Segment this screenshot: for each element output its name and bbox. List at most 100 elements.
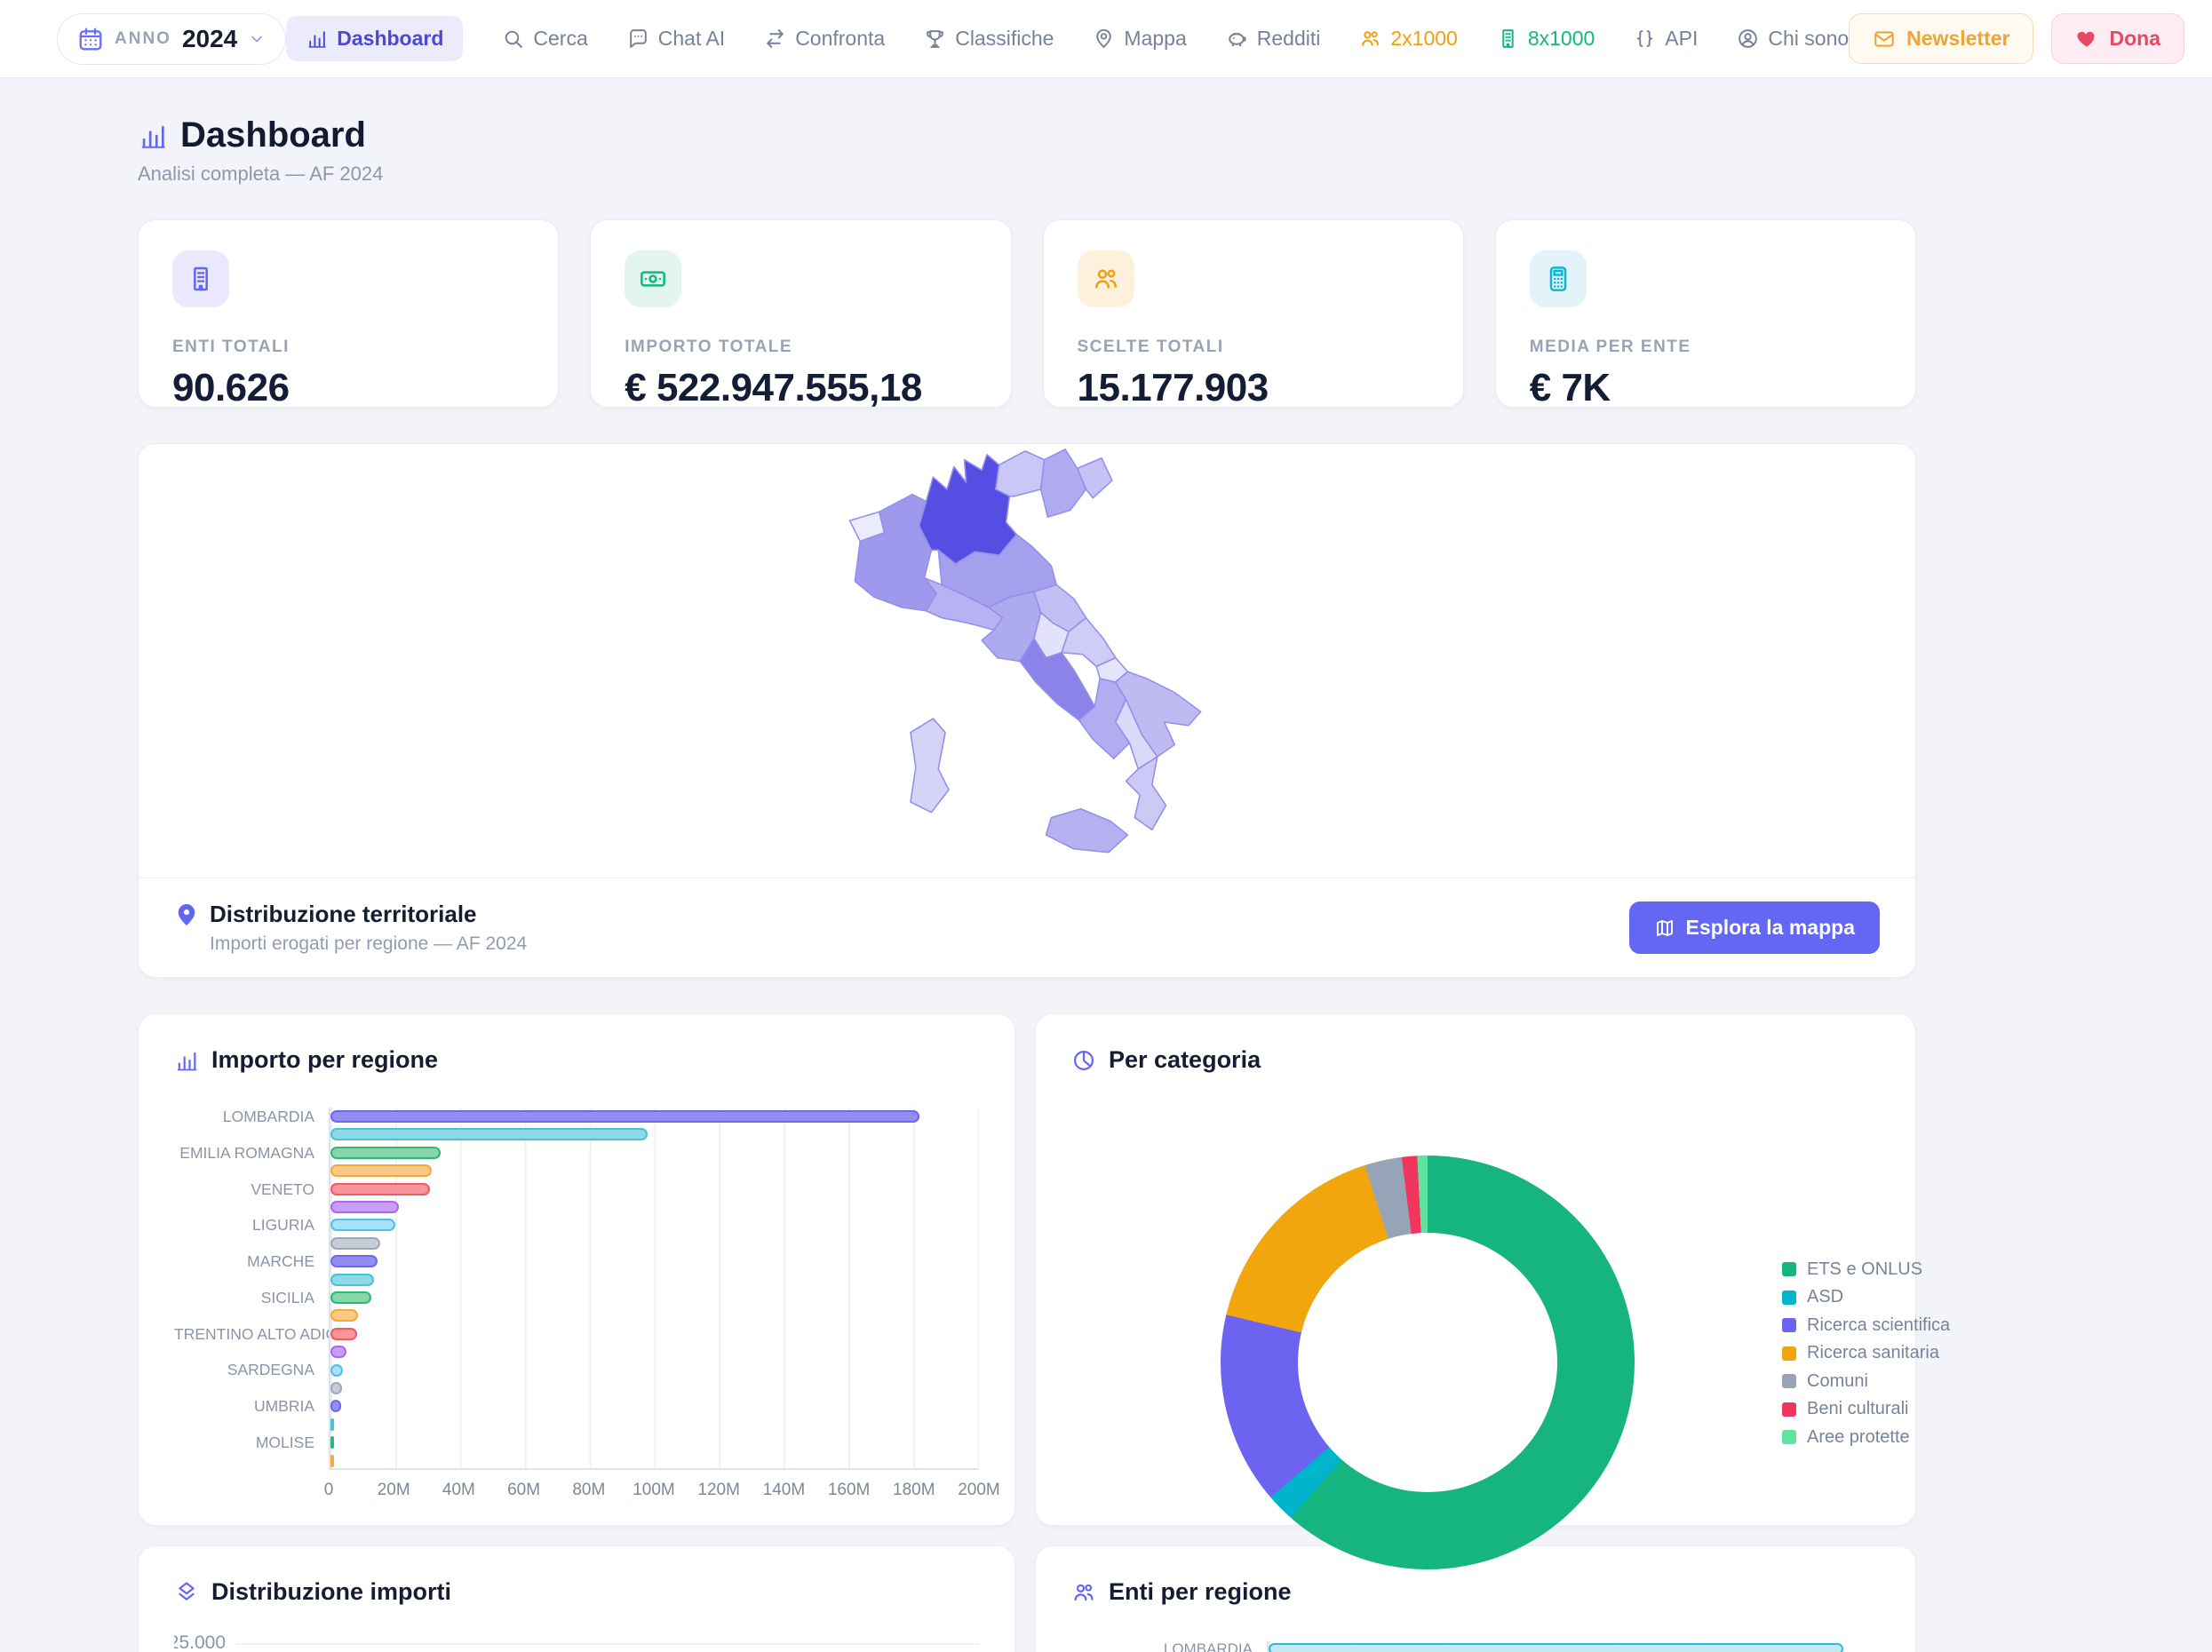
importo-bar bbox=[330, 1309, 358, 1322]
importo-bar bbox=[330, 1273, 375, 1286]
people-icon bbox=[1071, 1580, 1096, 1605]
stat-icon-box bbox=[1529, 250, 1587, 307]
page-subtitle: Analisi completa — AF 2024 bbox=[138, 163, 384, 185]
nav-item-classifiche[interactable]: Classifiche bbox=[924, 27, 1054, 51]
map-region-sardegna[interactable] bbox=[910, 717, 950, 813]
importo-bar bbox=[330, 1128, 648, 1141]
importo-bar bbox=[330, 1346, 346, 1359]
page-head: Dashboard Analisi completa — AF 2024 bbox=[138, 115, 1916, 186]
enti-y-labels: LOMBARDIAEMILIA ROMAGNAVENETO bbox=[1071, 1641, 1267, 1652]
newsletter-button[interactable]: Newsletter bbox=[1849, 13, 2034, 64]
importo-bar bbox=[330, 1219, 395, 1232]
nav-item-confronta[interactable]: Confronta bbox=[764, 27, 885, 51]
legend-swatch bbox=[1782, 1346, 1796, 1361]
stat-card-0: ENTI TOTALI 90.626 bbox=[138, 219, 560, 409]
importo-plot bbox=[329, 1108, 979, 1470]
importo-bar bbox=[330, 1363, 343, 1377]
importo-bar bbox=[330, 1146, 441, 1159]
importo-row-label bbox=[174, 1162, 329, 1179]
nav-item-chat-ai[interactable]: Chat AI bbox=[627, 27, 725, 51]
dashboard-title-icon bbox=[138, 121, 168, 151]
legend-label: Aree protette bbox=[1807, 1426, 1910, 1447]
braces-icon bbox=[1634, 28, 1656, 50]
calculator-icon bbox=[1544, 265, 1572, 293]
legend-item[interactable]: Beni culturali bbox=[1782, 1399, 1950, 1418]
importo-x-tick: 200M bbox=[958, 1481, 1000, 1499]
legend-item[interactable]: Ricerca sanitaria bbox=[1782, 1343, 1950, 1362]
legend-item[interactable]: ETS e ONLUS bbox=[1782, 1259, 1950, 1279]
dona-label: Dona bbox=[2109, 27, 2160, 50]
legend-item[interactable]: Aree protette bbox=[1782, 1427, 1950, 1447]
map-region-sicilia[interactable] bbox=[1045, 807, 1129, 853]
nav-item-mappa[interactable]: Mappa bbox=[1093, 27, 1187, 51]
importo-row-label: SARDEGNA bbox=[227, 1361, 314, 1379]
nav-item-dashboard[interactable]: Dashboard bbox=[286, 16, 464, 61]
nav-item-label: Chat AI bbox=[657, 27, 726, 50]
nav-item-cerca[interactable]: Cerca bbox=[502, 27, 588, 51]
importo-x-tick: 140M bbox=[762, 1481, 806, 1499]
importo-row-label: TRENTINO ALTO ADIGE bbox=[174, 1324, 348, 1343]
building-icon bbox=[187, 265, 215, 293]
stat-icon-box bbox=[625, 250, 682, 307]
stat-card-1: IMPORTO TOTALE € 522.947.555,18 bbox=[590, 219, 1012, 409]
dona-button[interactable]: Dona bbox=[2051, 13, 2184, 64]
importo-row-label: LOMBARDIA bbox=[222, 1108, 314, 1125]
year-selector[interactable]: ANNO 2024 bbox=[57, 12, 287, 65]
people-icon bbox=[1092, 265, 1120, 293]
stat-label: ENTI TOTALI bbox=[172, 338, 290, 356]
distribuzione-importi-title: Distribuzione importi bbox=[211, 1578, 451, 1605]
layers-icon bbox=[174, 1580, 199, 1605]
main-nav: Dashboard Cerca Chat AI Confronta Classifich… bbox=[286, 16, 1849, 61]
chart-bars-icon bbox=[306, 28, 328, 50]
histogram: 25.00020.00015.000 bbox=[174, 1632, 979, 1652]
nav-item-label: 2x1000 bbox=[1390, 27, 1458, 50]
nav-item-api[interactable]: API bbox=[1634, 27, 1698, 51]
user-circle-icon bbox=[1737, 28, 1759, 50]
legend-item[interactable]: ASD bbox=[1782, 1287, 1950, 1307]
hist-gridline bbox=[236, 1643, 979, 1645]
stats-row: ENTI TOTALI 90.626 IMPORTO TOTALE € 522.947… bbox=[138, 219, 1916, 409]
nav-item-8x1000[interactable]: 8x1000 bbox=[1497, 27, 1595, 51]
map-icon bbox=[1654, 917, 1675, 939]
map-footer: Distribuzione territoriale Importi eroga… bbox=[139, 878, 1915, 977]
importo-row-label: EMILIA ROMAGNA bbox=[179, 1143, 314, 1162]
importo-row-label bbox=[174, 1235, 329, 1252]
map-card: Distribuzione territoriale Importi eroga… bbox=[138, 443, 1916, 978]
legend-item[interactable]: Comuni bbox=[1782, 1371, 1950, 1391]
importo-row-label bbox=[174, 1343, 329, 1361]
nav-item-label: Confronta bbox=[795, 27, 886, 50]
importo-regione-title: Importo per regione bbox=[211, 1046, 439, 1073]
topbar-actions: Newsletter Dona bbox=[1849, 13, 2184, 64]
per-categoria-card: Per categoria ETS e ONLUS ASD Ricerca scie… bbox=[1035, 1013, 1950, 1569]
legend-label: Ricerca scientifica bbox=[1807, 1314, 1951, 1335]
nav-item-redditi[interactable]: Redditi bbox=[1226, 27, 1321, 51]
importo-x-tick: 20M bbox=[377, 1481, 410, 1499]
importo-y-labels: LOMBARDIA EMILIA ROMAGNA VENETO LIGURIA MARC… bbox=[174, 1108, 348, 1470]
explore-map-button[interactable]: Esplora la mappa bbox=[1628, 901, 1880, 954]
piggy-icon bbox=[1226, 28, 1248, 50]
compare-icon bbox=[764, 28, 786, 50]
nav-item-label: Redditi bbox=[1256, 27, 1321, 50]
pie-chart-icon bbox=[1071, 1048, 1096, 1073]
importo-bar bbox=[330, 1382, 342, 1394]
map-region-calabria[interactable] bbox=[1125, 755, 1167, 830]
map-region-trentino[interactable] bbox=[995, 449, 1046, 496]
importo-bar bbox=[330, 1291, 372, 1304]
importo-x-tick: 60M bbox=[507, 1481, 541, 1499]
importo-x-tick: 120M bbox=[697, 1481, 740, 1499]
legend-item[interactable]: Ricerca scientifica bbox=[1782, 1315, 1950, 1335]
enti-plot bbox=[1267, 1641, 1880, 1652]
importo-row-label bbox=[174, 1416, 329, 1434]
nav-item-chi-sono[interactable]: Chi sono bbox=[1737, 27, 1849, 51]
nav-item-2x1000[interactable]: 2x1000 bbox=[1359, 27, 1458, 51]
importo-bar bbox=[330, 1418, 335, 1431]
main-content: Dashboard Analisi completa — AF 2024 ENT… bbox=[0, 78, 2212, 1652]
nav-item-label: 8x1000 bbox=[1527, 27, 1595, 50]
italy-map-svg bbox=[848, 448, 1202, 853]
stat-value: 90.626 bbox=[172, 366, 290, 409]
map-region-veneto[interactable] bbox=[1039, 448, 1087, 518]
legend-swatch bbox=[1782, 1290, 1796, 1305]
map-pin-icon bbox=[174, 902, 199, 927]
heart-icon bbox=[2075, 28, 2098, 51]
search-icon bbox=[502, 28, 524, 50]
